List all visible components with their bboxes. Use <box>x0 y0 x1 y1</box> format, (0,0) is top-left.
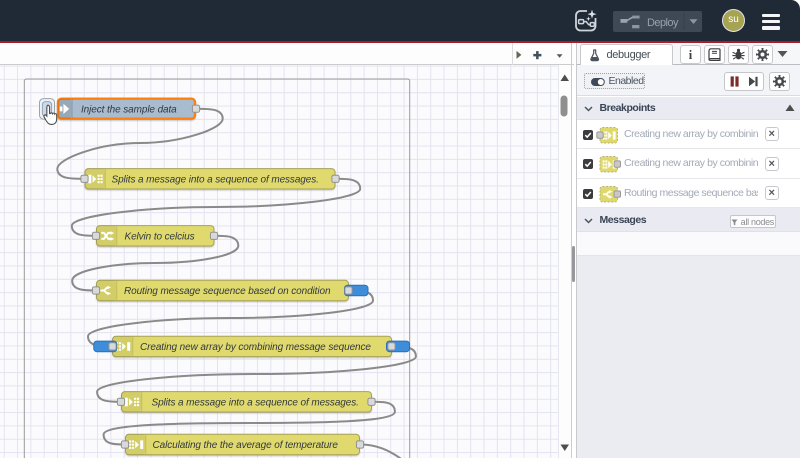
svg-text:Kelvin to celcius: Kelvin to celcius <box>125 232 195 243</box>
svg-text:Splits a message into a sequen: Splits a message into a sequence of mess… <box>152 398 359 409</box>
svg-text:Splits a message into a sequen: Splits a message into a sequence of mess… <box>112 175 319 186</box>
svg-text:Inject the sample data: Inject the sample data <box>81 104 177 115</box>
svg-text:Calculating the the average of: Calculating the the average of temperatu… <box>153 440 339 451</box>
svg-text:Deploy: Deploy <box>647 17 679 29</box>
svg-text:Routing message sequence based: Routing message sequence based on condit… <box>124 286 331 297</box>
svg-text:Creating new array by combinin: Creating new array by combining message … <box>140 342 371 353</box>
svg-text:i: i <box>688 48 692 62</box>
